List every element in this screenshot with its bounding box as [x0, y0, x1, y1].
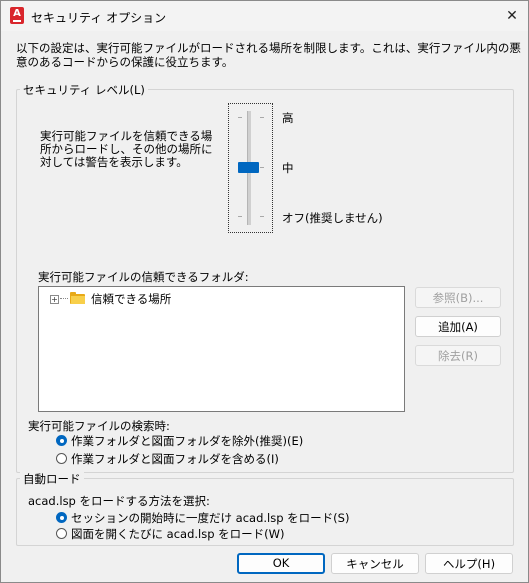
search-label: 実行可能ファイルの検索時:	[28, 419, 170, 433]
window-title: セキュリティ オプション	[31, 11, 167, 25]
app-icon-letter: A	[13, 8, 21, 19]
slider-tick	[260, 117, 264, 118]
add-button[interactable]: 追加(A)	[415, 316, 501, 337]
slider-tick	[238, 117, 242, 118]
load-every-drawing-radio[interactable]	[56, 528, 67, 539]
load-once-label[interactable]: セッションの開始時に一度だけ acad.lsp をロード(S)	[71, 510, 349, 526]
security-level-text: 実行可能ファイルを信頼できる場所からロードし、その他の場所に対しては警告を表示し…	[40, 129, 213, 169]
slider-tick	[260, 216, 264, 217]
level-off-label: オフ(推奨しません)	[282, 211, 383, 225]
cancel-button[interactable]: キャンセル	[331, 553, 419, 574]
slider-tick	[238, 216, 242, 217]
include-folders-radio[interactable]	[56, 453, 67, 464]
browse-button[interactable]: 参照(B)...	[415, 287, 501, 308]
close-icon[interactable]: ✕	[503, 7, 521, 25]
folder-icon	[70, 292, 85, 304]
dialog-description: 以下の設定は、実行可能ファイルがロードされる場所を制限します。これは、実行ファイ…	[16, 41, 521, 69]
help-button[interactable]: ヘルプ(H)	[425, 553, 513, 574]
exclude-folders-radio[interactable]	[56, 435, 67, 446]
level-high-label: 高	[282, 111, 294, 125]
slider-tick	[260, 167, 264, 168]
remove-button[interactable]: 除去(R)	[415, 345, 501, 366]
autocad-app-icon: A	[10, 7, 24, 24]
security-options-dialog: A セキュリティ オプション ✕ 以下の設定は、実行可能ファイルがロードされる場…	[0, 0, 529, 583]
tree-connector	[60, 298, 68, 299]
include-folders-label[interactable]: 作業フォルダと図面フォルダを含める(I)	[71, 451, 279, 467]
security-level-label: セキュリティ レベル(L)	[20, 82, 148, 98]
slider-thumb[interactable]	[238, 162, 259, 173]
autoload-prompt: acad.lsp をロードする方法を選択:	[28, 494, 210, 508]
ok-button[interactable]: OK	[237, 553, 325, 574]
exclude-folders-label[interactable]: 作業フォルダと図面フォルダを除外(推奨)(E)	[71, 433, 303, 449]
trusted-folders-label: 実行可能ファイルの信頼できるフォルダ:	[38, 270, 249, 284]
expand-icon[interactable]: +	[50, 295, 59, 304]
title-bar[interactable]: A セキュリティ オプション ✕	[1, 1, 528, 31]
load-every-drawing-label[interactable]: 図面を開くたびに acad.lsp をロード(W)	[71, 526, 285, 542]
level-medium-label: 中	[282, 161, 294, 175]
autoload-label: 自動ロード	[20, 471, 84, 487]
tree-item-label: 信頼できる場所	[91, 292, 172, 306]
trusted-folders-tree[interactable]: + 信頼できる場所	[38, 286, 405, 412]
load-once-radio[interactable]	[56, 512, 67, 523]
